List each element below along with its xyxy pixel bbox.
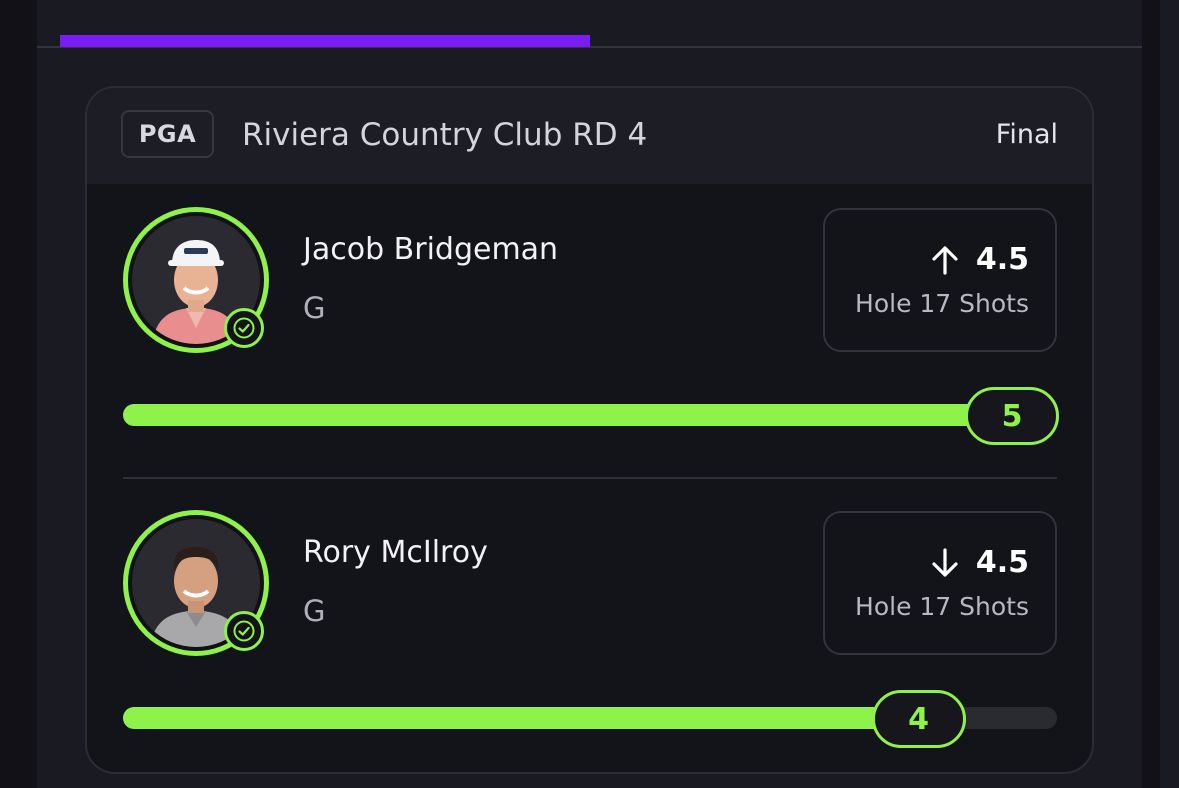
- card-header: PGA Riviera Country Club RD 4 Final: [87, 88, 1092, 184]
- result-badge: 4: [871, 690, 966, 748]
- pick-card[interactable]: PGA Riviera Country Club RD 4 Final Jaco…: [85, 86, 1094, 774]
- game-status: Final: [995, 119, 1058, 150]
- avatar: [123, 510, 269, 656]
- player-row-1[interactable]: Rory McIlroy G 4.5 Hole 17 Shots 4: [87, 491, 1092, 772]
- progress-bar: 5: [123, 387, 1059, 445]
- line-value: 4.5: [975, 242, 1029, 277]
- result-badge: 5: [965, 387, 1059, 445]
- player-divider: [123, 477, 1057, 479]
- progress-fill: [123, 707, 964, 729]
- prop-line-box[interactable]: 4.5 Hole 17 Shots: [823, 511, 1057, 655]
- player-name: Jacob Bridgeman: [303, 232, 559, 267]
- player-name: Rory McIlroy: [303, 535, 488, 570]
- league-badge: PGA: [121, 110, 214, 158]
- adjacent-panel-edge: [1160, 0, 1179, 788]
- player-row-0[interactable]: Jacob Bridgeman G 4.5 Hole 17 Shots 5: [87, 188, 1092, 478]
- active-tab-indicator: [60, 35, 590, 47]
- player-position: G: [303, 594, 326, 628]
- avatar: [123, 207, 269, 353]
- check-icon: [224, 308, 264, 348]
- progress-bar: 4: [123, 690, 1057, 748]
- progress-fill: [123, 404, 1057, 426]
- player-position: G: [303, 291, 326, 325]
- arrow-down-icon: [932, 548, 958, 577]
- app-screen: PGA Riviera Country Club RD 4 Final Jaco…: [0, 0, 1179, 788]
- event-title: Riviera Country Club RD 4: [242, 117, 648, 153]
- line-value: 4.5: [975, 545, 1029, 580]
- stat-label: Hole 17 Shots: [855, 592, 1029, 621]
- prop-line-box[interactable]: 4.5 Hole 17 Shots: [823, 208, 1057, 352]
- stat-label: Hole 17 Shots: [855, 289, 1029, 318]
- arrow-up-icon: [932, 246, 958, 275]
- check-icon: [224, 611, 264, 651]
